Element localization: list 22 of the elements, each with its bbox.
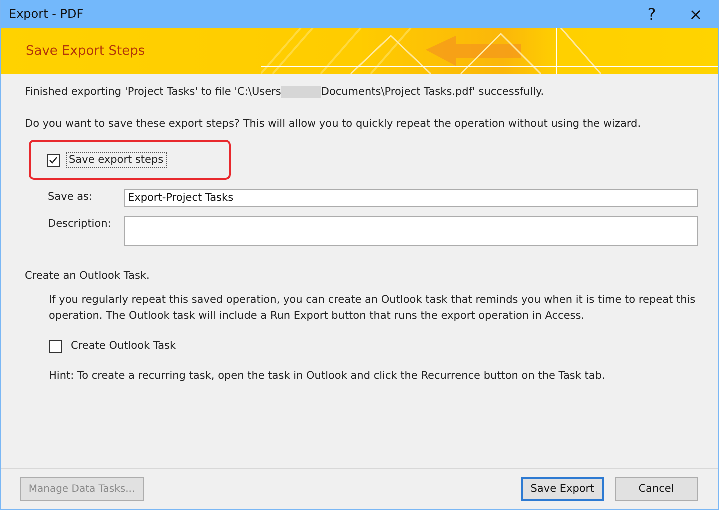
save-question: Do you want to save these export steps? This will allow you to quickly repeat the operation without using the wizard. — [25, 117, 642, 132]
close-button[interactable]: × — [674, 0, 718, 28]
field-label: Description: — [48, 217, 112, 232]
description-field[interactable] — [124, 216, 698, 246]
export-result-message-end: Documents\Project Tasks.pdf' successfully. — [321, 86, 544, 98]
field-label: Save as: — [48, 190, 94, 205]
dialog-button[interactable]: Save Export — [521, 477, 604, 501]
section-heading: Create an Outlook Task. — [25, 269, 151, 284]
help-button[interactable]: ? — [630, 0, 674, 28]
dialog-button[interactable]: Cancel — [615, 477, 698, 501]
checkbox[interactable] — [49, 340, 62, 352]
name-field[interactable]: Export-Project Tasks — [124, 189, 698, 207]
checkbox[interactable] — [47, 154, 60, 166]
outlook-description: If you regularly repeat this saved operation, you can create an Outlook task that reminds you when it is time to repeat this operation. The Outlook task will include a Run Export button that runs the export operation in Access. — [49, 293, 697, 324]
banner-title: Save Export Steps — [26, 44, 146, 58]
hint-text: Hint: To create a recurring task, open the task in Outlook and click the Recurrence button on the Task tab. — [49, 369, 606, 384]
checkmark-icon — [49, 156, 58, 164]
checkbox-label[interactable]: Create Outlook Task — [68, 338, 180, 354]
window-title: Export - PDF — [9, 7, 85, 21]
checkbox-label[interactable]: Save export steps — [66, 152, 167, 168]
export-result-message: Finished exporting 'Project Tasks' to file 'C:\Users — [25, 86, 282, 98]
redacted-area — [281, 86, 322, 98]
